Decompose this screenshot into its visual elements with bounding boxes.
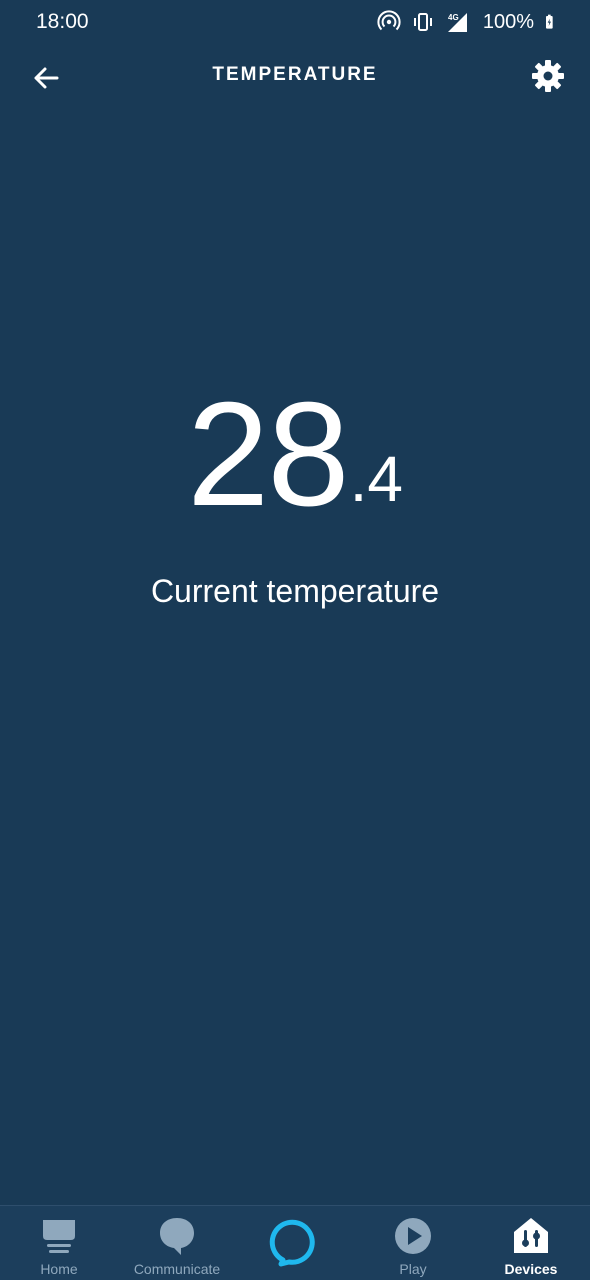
nav-item-home[interactable]: Home [0,1206,118,1280]
bottom-nav: Home Communicate Play Devices [0,1205,590,1280]
svg-text:4G: 4G [448,13,459,22]
battery-charging-icon [546,14,553,29]
vibrate-icon [413,13,432,31]
gear-icon[interactable] [530,58,566,94]
hotspot-icon [377,10,401,31]
temperature-reading: 28 .4 [0,372,590,537]
app-bar: TEMPERATURE [0,44,590,108]
play-icon [395,1218,431,1254]
nav-item-alexa[interactable] [236,1206,354,1280]
temperature-integer: 28 [187,372,350,537]
status-icons: 4G 100% [377,10,560,34]
nav-label-communicate: Communicate [133,1261,221,1277]
nav-item-play[interactable]: Play [354,1206,472,1280]
nav-label-devices: Devices [504,1261,558,1277]
page-title: TEMPERATURE [212,64,378,85]
alexa-ring-icon [269,1219,315,1267]
nav-label-home: Home [40,1261,78,1277]
devices-icon [514,1218,548,1253]
nav-label-play: Play [399,1261,427,1277]
signal-4g-icon: 4G [447,13,467,32]
status-bar: 18:00 4G 100% [0,0,590,44]
temperature-label: Current temperature [150,573,440,609]
screen: 18:00 4G 100% TEMPERATURE 28 .4 Current … [0,0,590,1280]
chat-bubble-icon [160,1218,194,1255]
battery-percentage: 100% [482,10,534,33]
home-icon [43,1220,75,1253]
nav-item-devices[interactable]: Devices [472,1206,590,1280]
temperature-decimal: .4 [349,443,403,515]
status-time: 18:00 [36,10,89,33]
nav-item-communicate[interactable]: Communicate [118,1206,236,1280]
